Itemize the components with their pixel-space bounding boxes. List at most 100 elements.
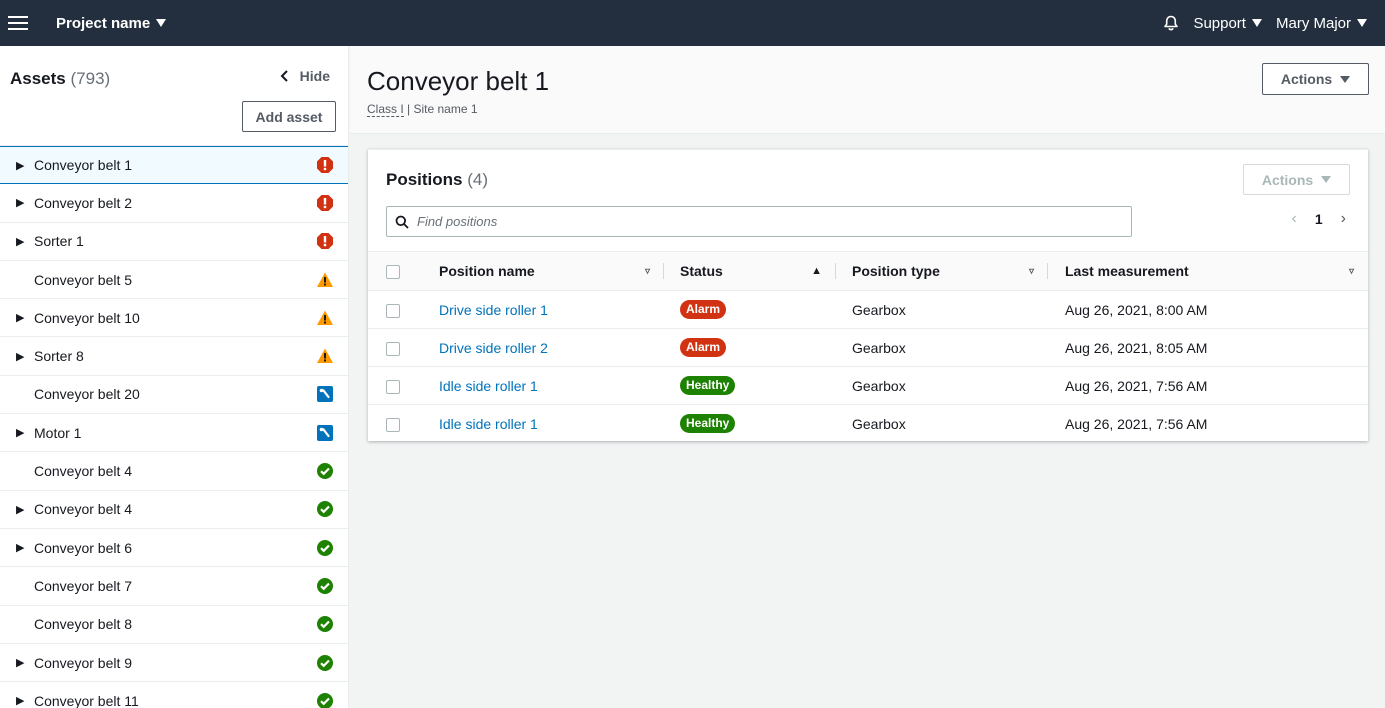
top-navigation: Project name Support Mary Major xyxy=(0,0,1385,46)
asset-name: Sorter 8 xyxy=(34,348,84,365)
expand-caret-icon[interactable]: ▶ xyxy=(16,694,34,707)
chevron-left-icon xyxy=(280,70,288,82)
asset-name: Conveyor belt 4 xyxy=(34,463,133,480)
asset-list-item[interactable]: Conveyor belt 8 xyxy=(0,606,348,644)
asset-list-item[interactable]: ▶ Conveyor belt 4 xyxy=(0,491,348,529)
support-label: Support xyxy=(1193,14,1246,32)
row-checkbox[interactable] xyxy=(386,303,400,318)
user-name: Mary Major xyxy=(1275,14,1351,32)
asset-status xyxy=(316,615,334,633)
asset-name: Conveyor belt 2 xyxy=(34,194,133,211)
warning-status-icon xyxy=(317,310,333,325)
asset-name: Sorter 1 xyxy=(34,233,84,250)
hamburger-menu-icon[interactable] xyxy=(8,16,28,30)
class-label[interactable]: Class I xyxy=(367,102,404,117)
add-asset-button[interactable]: Add asset xyxy=(242,101,336,132)
asset-list-item[interactable]: Conveyor belt 7 xyxy=(0,567,348,606)
page-header: Conveyor belt 1 Class I | Site name 1 Ac… xyxy=(350,46,1385,134)
success-status-icon xyxy=(317,692,333,708)
row-checkbox[interactable] xyxy=(386,379,400,394)
asset-status xyxy=(316,194,334,212)
asset-status xyxy=(316,577,334,595)
column-label: Position type xyxy=(852,263,940,279)
caret-down-icon xyxy=(1321,176,1332,183)
notifications-bell-icon[interactable] xyxy=(1163,15,1179,31)
asset-list-item[interactable]: ▶ Sorter 8 xyxy=(0,337,348,376)
support-menu[interactable]: Support xyxy=(1193,15,1262,32)
position-name-link[interactable]: Drive side roller 2 xyxy=(439,340,548,356)
project-selector[interactable]: Project name xyxy=(56,14,167,32)
status-badge: Alarm xyxy=(680,300,727,319)
user-menu[interactable]: Mary Major xyxy=(1276,15,1367,32)
asset-list-item[interactable]: ▶ Conveyor belt 1 xyxy=(0,146,348,185)
asset-status xyxy=(316,232,334,250)
assets-heading: Assets (793) xyxy=(10,69,110,89)
previous-page-icon[interactable]: ‹ xyxy=(1292,210,1297,228)
asset-status xyxy=(316,692,334,708)
column-position-name[interactable]: Position name ▿ xyxy=(422,252,664,291)
asset-name: Conveyor belt 4 xyxy=(34,501,133,518)
asset-name: Conveyor belt 9 xyxy=(34,654,133,671)
warning-status-icon xyxy=(317,272,333,287)
actions-button[interactable]: Actions xyxy=(1262,63,1369,95)
asset-meta: Class I | Site name 1 xyxy=(367,102,478,117)
position-type: Gearbox xyxy=(852,415,906,432)
table-row: Idle side roller 1 Healthy Gearbox Aug 26, … xyxy=(368,405,1368,443)
asset-name: Conveyor belt 7 xyxy=(34,577,133,594)
asset-list-item[interactable]: Conveyor belt 20 xyxy=(0,376,348,415)
positions-actions-button[interactable]: Actions xyxy=(1243,164,1350,195)
expand-caret-icon[interactable]: ▶ xyxy=(16,196,34,209)
critical-status-icon xyxy=(317,233,333,250)
expand-caret-icon[interactable]: ▶ xyxy=(16,541,34,554)
sort-down-icon: ▿ xyxy=(1028,265,1034,277)
expand-caret-icon[interactable]: ▶ xyxy=(16,350,34,363)
row-checkbox[interactable] xyxy=(386,341,400,356)
expand-caret-icon[interactable]: ▶ xyxy=(16,503,34,516)
success-status-icon xyxy=(317,616,333,633)
column-position-type[interactable]: Position type ▿ xyxy=(836,252,1048,291)
asset-list-item[interactable]: ▶ Conveyor belt 9 xyxy=(0,644,348,683)
position-name-link[interactable]: Idle side roller 1 xyxy=(439,416,538,432)
page-number[interactable]: 1 xyxy=(1315,211,1323,227)
asset-list-item[interactable]: ▶ Sorter 1 xyxy=(0,223,348,261)
asset-list-item[interactable]: ▶ Conveyor belt 11 xyxy=(0,682,348,708)
search-input[interactable] xyxy=(417,214,1097,229)
success-status-icon xyxy=(317,501,333,518)
hide-sidebar-button[interactable]: Hide xyxy=(280,68,330,84)
table-header-row: Position name ▿ Status ▲ Position type ▿ La… xyxy=(368,251,1368,291)
expand-caret-icon[interactable]: ▶ xyxy=(16,235,34,248)
column-status[interactable]: Status ▲ xyxy=(664,252,836,291)
asset-list-item[interactable]: ▶ Conveyor belt 10 xyxy=(0,299,348,338)
position-name-link[interactable]: Idle side roller 1 xyxy=(439,378,538,394)
positions-table: Position name ▿ Status ▲ Position type ▿ La… xyxy=(368,251,1368,443)
table-row: Idle side roller 1 Healthy Gearbox Aug 26, … xyxy=(368,367,1368,405)
critical-status-icon xyxy=(317,157,333,174)
asset-list-item[interactable]: ▶ Conveyor belt 6 xyxy=(0,529,348,568)
expand-caret-icon[interactable]: ▶ xyxy=(16,311,34,324)
positions-panel: Positions (4) Actions ‹ 1 › Position nam… xyxy=(368,149,1368,441)
actions-label: Actions xyxy=(1280,71,1333,87)
asset-name: Conveyor belt 10 xyxy=(34,309,140,326)
expand-caret-icon[interactable]: ▶ xyxy=(16,426,34,439)
asset-status xyxy=(316,462,334,480)
next-page-icon[interactable]: › xyxy=(1341,210,1346,228)
expand-caret-icon[interactable]: ▶ xyxy=(16,656,34,669)
position-name-link[interactable]: Drive side roller 1 xyxy=(439,302,548,318)
asset-list-item[interactable]: Conveyor belt 5 xyxy=(0,261,348,300)
asset-list-item[interactable]: ▶ Motor 1 xyxy=(0,414,348,453)
sort-down-icon: ▿ xyxy=(644,265,650,277)
asset-list-item[interactable]: Conveyor belt 4 xyxy=(0,452,348,491)
select-all-checkbox[interactable] xyxy=(386,265,400,280)
asset-list-item[interactable]: ▶ Conveyor belt 2 xyxy=(0,184,348,223)
warning-status-icon xyxy=(317,348,333,364)
project-name: Project name xyxy=(56,14,151,32)
position-search xyxy=(386,206,1132,237)
assets-title: Assets xyxy=(10,69,66,88)
column-last-measurement[interactable]: Last measurement ▿ xyxy=(1048,252,1368,291)
table-row: Drive side roller 1 Alarm Gearbox Aug 26, 2… xyxy=(368,291,1368,329)
expand-caret-icon[interactable]: ▶ xyxy=(16,159,34,172)
table-row: Drive side roller 2 Alarm Gearbox Aug 26, 2… xyxy=(368,329,1368,367)
asset-status xyxy=(316,347,334,365)
caret-down-icon xyxy=(1251,19,1262,27)
row-checkbox[interactable] xyxy=(386,417,400,432)
